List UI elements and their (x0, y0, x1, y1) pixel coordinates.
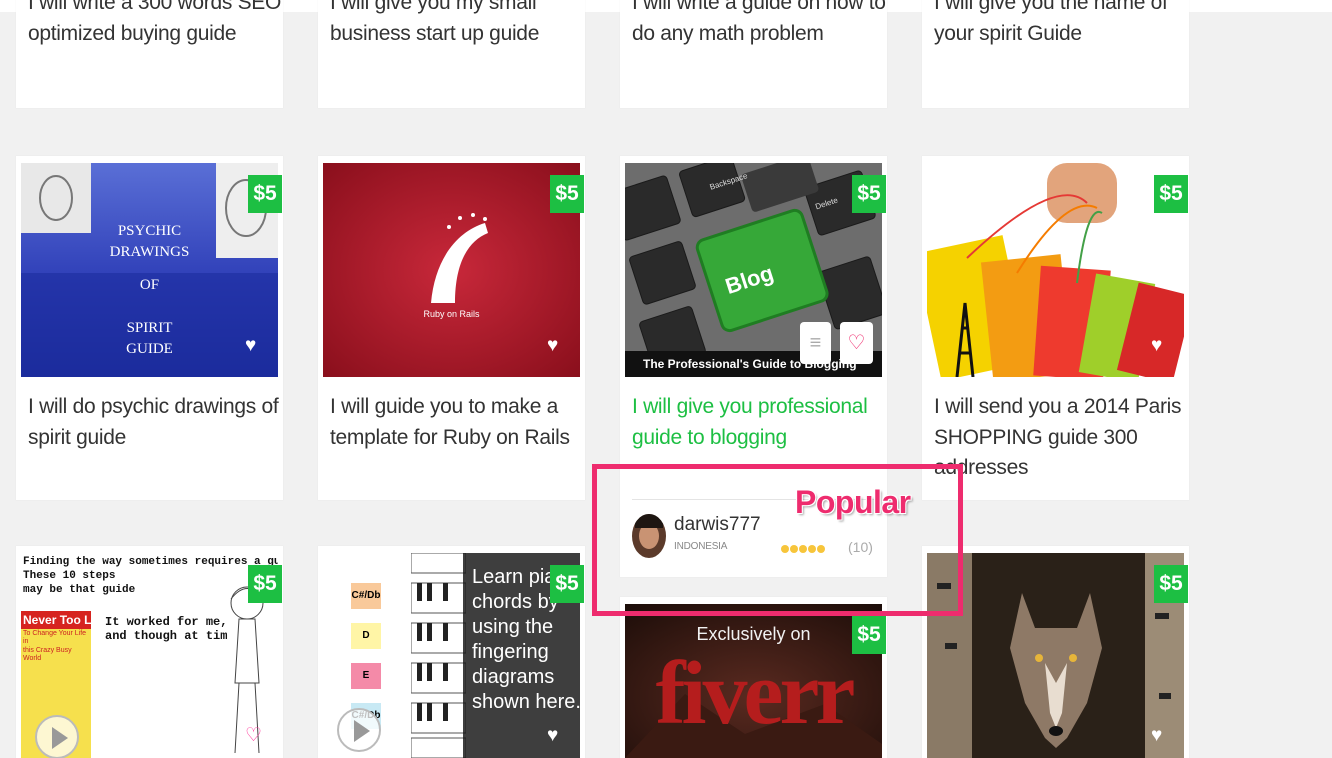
gig-card[interactable]: Ruby on Rails $5 ♥ I will guide you to m… (318, 156, 585, 500)
price-badge: $5 (1154, 175, 1188, 213)
gig-title[interactable]: I will guide you to make a template for … (330, 392, 570, 453)
price-badge: $5 (852, 175, 886, 213)
gig-card[interactable]: C#/Db D E C#/Db Learn piano chor (318, 546, 585, 758)
fiverr-logo: fiverr (655, 644, 856, 743)
heart-icon[interactable]: ♥ (1151, 726, 1162, 745)
price-badge: $5 (550, 175, 584, 213)
ruby-on-rails-image (323, 163, 580, 377)
gig-card[interactable]: I will give you the name of your spirit … (922, 0, 1189, 108)
heart-outline-icon[interactable]: ♡ (840, 322, 873, 364)
price-badge: $5 (550, 565, 584, 603)
menu-icon[interactable]: ≡ (800, 322, 831, 364)
gig-thumbnail[interactable]: PSYCHIC DRAWINGS OF SPIRIT GUIDE (21, 163, 278, 377)
price-badge: $5 (852, 616, 886, 654)
heart-icon[interactable]: ♥ (1151, 336, 1162, 355)
gig-thumbnail[interactable]: Finding the way sometimes requires a gui… (21, 553, 278, 758)
gig-title[interactable]: I will do psychic drawings of spirit gui… (28, 392, 279, 453)
thumbnail-caption: It worked for me, and though at tim (105, 615, 228, 643)
gig-card[interactable]: I will write a 300 words SEO optimized b… (16, 0, 283, 108)
gig-title[interactable]: I will write a 300 words SEO optimized b… (28, 0, 281, 49)
play-icon[interactable] (337, 708, 381, 752)
heart-outline-icon[interactable]: ♡ (245, 726, 262, 745)
gig-thumbnail[interactable]: C#/Db D E C#/Db Learn piano chor (323, 553, 580, 758)
play-icon[interactable] (35, 715, 79, 758)
shopping-bags-image (927, 163, 1184, 377)
gig-card[interactable]: I will give you my small business start … (318, 0, 585, 108)
gig-card[interactable]: Exclusively on fiverr $5 (620, 597, 887, 758)
gig-card[interactable]: Finding the way sometimes requires a gui… (16, 546, 283, 758)
gig-title[interactable]: I will write a guide on how to do any ma… (632, 0, 886, 49)
piano-keys-image (411, 553, 466, 758)
gig-thumbnail[interactable]: Ruby on Rails (323, 163, 580, 377)
heart-icon[interactable]: ♥ (547, 726, 558, 745)
gig-title[interactable]: I will give you my small business start … (330, 0, 539, 49)
thumbnail-caption: Ruby on Rails (423, 309, 480, 319)
gig-title[interactable]: I will give you the name of your spirit … (934, 0, 1168, 49)
thumbnail-caption: PSYCHIC DRAWINGS OF SPIRIT GUIDE (109, 223, 190, 357)
chord-label: D (351, 623, 381, 649)
gig-card[interactable]: I will write a guide on how to do any ma… (620, 0, 887, 108)
gig-thumbnail[interactable] (927, 163, 1184, 377)
popular-label: Popular (795, 484, 911, 520)
gig-thumbnail[interactable]: Exclusively on fiverr (625, 604, 882, 758)
price-badge: $5 (248, 175, 282, 213)
thumbnail-caption: Exclusively on (696, 624, 811, 644)
price-badge: $5 (248, 565, 282, 603)
gig-title[interactable]: I will give you professional guide to bl… (632, 392, 868, 453)
gig-card[interactable]: PSYCHIC DRAWINGS OF SPIRIT GUIDE $5 ♥ I … (16, 156, 283, 500)
gig-thumbnail[interactable] (927, 553, 1184, 758)
wolf-image (927, 553, 1184, 758)
heart-icon[interactable]: ♥ (245, 336, 256, 355)
gig-card[interactable]: $5 ♥ I will send you a 2014 Paris SHOPPI… (922, 156, 1189, 500)
chord-label: E (351, 663, 381, 689)
heart-icon[interactable]: ♥ (547, 336, 558, 355)
price-badge: $5 (1154, 565, 1188, 603)
gig-title[interactable]: I will send you a 2014 Paris SHOPPING gu… (934, 392, 1182, 484)
chord-label: C#/Db (351, 583, 381, 609)
